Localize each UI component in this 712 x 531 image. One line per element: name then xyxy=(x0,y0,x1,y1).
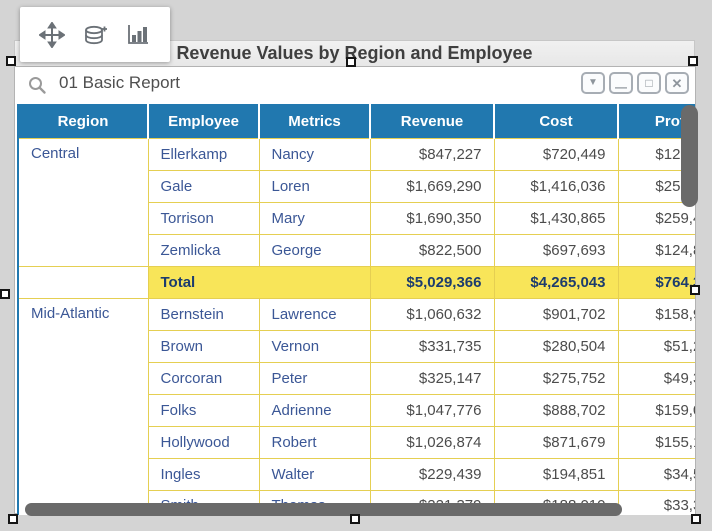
profit-cell[interactable]: $158,930 xyxy=(618,298,695,330)
metrics-cell[interactable]: Nancy xyxy=(259,138,370,170)
dropdown-icon: ▼ xyxy=(588,78,598,88)
employee-cell[interactable]: Folks xyxy=(148,394,259,426)
column-header-region[interactable]: Region xyxy=(18,105,148,138)
profit-cell[interactable]: $49,395 xyxy=(618,362,695,394)
window-close-button[interactable]: ✕ xyxy=(665,72,689,94)
column-header-revenue[interactable]: Revenue xyxy=(370,105,494,138)
selection-handle-bottom-center[interactable] xyxy=(350,514,360,524)
total-revenue-cell[interactable]: $5,029,366 xyxy=(370,266,494,298)
employee-cell[interactable]: Corcoran xyxy=(148,362,259,394)
window-dropdown-button[interactable]: ▼ xyxy=(581,72,605,94)
revenue-cell[interactable]: $847,227 xyxy=(370,138,494,170)
region-cell[interactable]: Central xyxy=(18,138,148,266)
employee-cell[interactable]: Ingles xyxy=(148,458,259,490)
profit-cell[interactable]: $259,485 xyxy=(618,202,695,234)
selection-handle-bottom-left[interactable] xyxy=(8,514,18,524)
employee-cell[interactable]: Gale xyxy=(148,170,259,202)
metrics-cell[interactable]: Peter xyxy=(259,362,370,394)
window-maximize-button[interactable]: □ xyxy=(637,72,661,94)
total-profit-cell[interactable]: $764,323 xyxy=(618,266,695,298)
chart-icon[interactable] xyxy=(125,22,151,48)
metrics-cell[interactable]: Adrienne xyxy=(259,394,370,426)
profit-cell[interactable]: $155,195 xyxy=(618,426,695,458)
window-controls: ▼ — □ ✕ xyxy=(581,72,689,94)
cost-cell[interactable]: $194,851 xyxy=(494,458,618,490)
move-icon[interactable] xyxy=(39,22,65,48)
metrics-cell[interactable]: Lawrence xyxy=(259,298,370,330)
grid-viewport[interactable]: RegionEmployeeMetricsRevenueCostProfit C… xyxy=(17,104,695,515)
revenue-cell[interactable]: $1,047,776 xyxy=(370,394,494,426)
selection-handle-middle-right[interactable] xyxy=(690,285,700,295)
grid-header-row: RegionEmployeeMetricsRevenueCostProfit xyxy=(18,105,695,138)
employee-cell[interactable]: Bernstein xyxy=(148,298,259,330)
dataset-icon[interactable] xyxy=(82,22,108,48)
profit-cell[interactable]: $159,074 xyxy=(618,394,695,426)
close-icon: ✕ xyxy=(672,77,683,90)
revenue-cell[interactable]: $331,735 xyxy=(370,330,494,362)
revenue-cell[interactable]: $1,026,874 xyxy=(370,426,494,458)
region-label: Mid-Atlantic xyxy=(31,305,105,324)
cost-cell[interactable]: $871,679 xyxy=(494,426,618,458)
cost-cell[interactable]: $1,430,865 xyxy=(494,202,618,234)
total-label-cell[interactable]: Total xyxy=(148,266,370,298)
cost-cell[interactable]: $888,702 xyxy=(494,394,618,426)
metrics-cell[interactable]: Robert xyxy=(259,426,370,458)
grid-row: CentralEllerkampNancy$847,227$720,449$12… xyxy=(18,138,695,170)
vertical-scrollbar-thumb[interactable] xyxy=(681,105,698,207)
cost-cell[interactable]: $901,702 xyxy=(494,298,618,330)
metrics-cell[interactable]: Walter xyxy=(259,458,370,490)
employee-cell[interactable]: Ellerkamp xyxy=(148,138,259,170)
employee-cell[interactable]: Zemlicka xyxy=(148,234,259,266)
employee-cell[interactable]: Torrison xyxy=(148,202,259,234)
floating-toolbar xyxy=(20,7,170,62)
revenue-cell[interactable]: $1,060,632 xyxy=(370,298,494,330)
report-window-header[interactable]: 01 Basic Report ▼ — □ ✕ xyxy=(15,67,695,103)
employee-cell[interactable]: Hollywood xyxy=(148,426,259,458)
report-name: 01 Basic Report xyxy=(59,73,180,93)
column-header-employee[interactable]: Employee xyxy=(148,105,259,138)
maximize-icon: □ xyxy=(645,77,652,89)
grid-row: Mid-AtlanticBernsteinLawrence$1,060,632$… xyxy=(18,298,695,330)
cost-cell[interactable]: $280,504 xyxy=(494,330,618,362)
metrics-cell[interactable]: Vernon xyxy=(259,330,370,362)
employee-cell[interactable]: Brown xyxy=(148,330,259,362)
revenue-cell[interactable]: $1,669,290 xyxy=(370,170,494,202)
profit-cell[interactable]: $51,231 xyxy=(618,330,695,362)
selection-handle-top-right[interactable] xyxy=(688,56,698,66)
region-cell[interactable]: Mid-Atlantic xyxy=(18,298,148,515)
column-header-metrics[interactable]: Metrics xyxy=(259,105,370,138)
region-label: Central xyxy=(31,145,79,164)
cost-cell[interactable]: $1,416,036 xyxy=(494,170,618,202)
selection-handle-top-left[interactable] xyxy=(6,56,16,66)
metrics-cell[interactable]: Mary xyxy=(259,202,370,234)
revenue-cell[interactable]: $822,500 xyxy=(370,234,494,266)
minimize-icon: — xyxy=(615,81,627,93)
horizontal-scrollbar-thumb[interactable] xyxy=(25,503,622,516)
column-header-cost[interactable]: Cost xyxy=(494,105,618,138)
metrics-cell[interactable]: George xyxy=(259,234,370,266)
search-icon[interactable] xyxy=(27,75,47,95)
window-minimize-button[interactable]: — xyxy=(609,72,633,94)
revenue-cell[interactable]: $1,690,350 xyxy=(370,202,494,234)
cost-cell[interactable]: $720,449 xyxy=(494,138,618,170)
revenue-cell[interactable]: $229,439 xyxy=(370,458,494,490)
cost-cell[interactable]: $275,752 xyxy=(494,362,618,394)
cost-cell[interactable]: $697,693 xyxy=(494,234,618,266)
profit-cell[interactable]: $33,369 xyxy=(618,490,695,515)
report-window[interactable]: 01 Basic Report ▼ — □ ✕ RegionEmployeeMetri… xyxy=(14,66,696,514)
selection-handle-bottom-right[interactable] xyxy=(691,514,701,524)
region-empty-cell[interactable] xyxy=(18,266,148,298)
total-cost-cell[interactable]: $4,265,043 xyxy=(494,266,618,298)
selection-handle-middle-left[interactable] xyxy=(0,289,10,299)
report-grid: RegionEmployeeMetricsRevenueCostProfit C… xyxy=(17,104,695,515)
profit-cell[interactable]: $34,588 xyxy=(618,458,695,490)
revenue-cell[interactable]: $325,147 xyxy=(370,362,494,394)
metrics-cell[interactable]: Loren xyxy=(259,170,370,202)
grid-total-row: Total$5,029,366$4,265,043$764,323 xyxy=(18,266,695,298)
selection-handle-top-center[interactable] xyxy=(346,57,356,67)
profit-cell[interactable]: $124,807 xyxy=(618,234,695,266)
